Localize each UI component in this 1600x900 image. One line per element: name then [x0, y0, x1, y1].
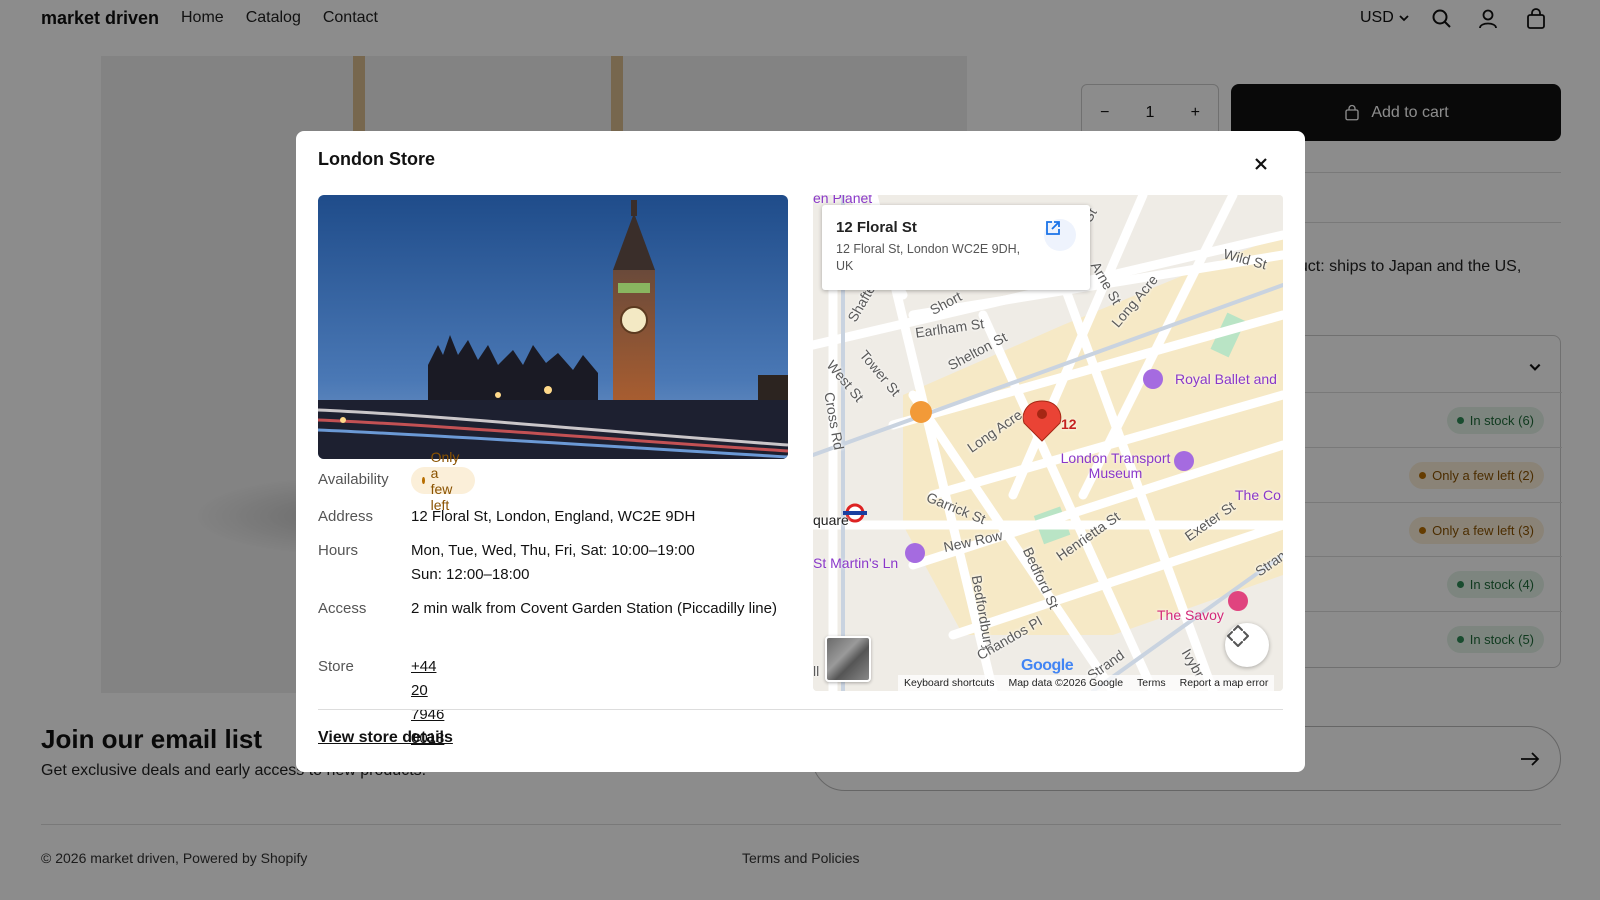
modal-title: London Store [318, 149, 435, 169]
close-icon[interactable] [1252, 155, 1270, 173]
availability-value: Only a few left [430, 448, 460, 513]
modal-divider [318, 709, 1283, 710]
availability-label: Availability [318, 471, 389, 488]
address-label: Address [318, 508, 374, 525]
google-logo-text: Google [1021, 657, 1074, 674]
map-terms-link[interactable]: Terms [1137, 677, 1166, 689]
poi-fragment: quare [813, 512, 849, 528]
hours-label: Hours [318, 542, 359, 559]
open-in-maps-button[interactable] [1044, 219, 1076, 251]
google-logo: Google [1021, 657, 1074, 675]
store-map[interactable]: Earlham St Shelton St Short Tower St Wes… [813, 195, 1283, 691]
store-modal: London Store Availability Only a few lef… [296, 131, 1305, 772]
store-photo [318, 195, 788, 459]
access-label: Access [318, 600, 367, 617]
map-data-credit: Map data ©2026 Google [1008, 677, 1124, 689]
map-info-card: 12 Floral St 12 Floral St, London WC2E 9… [822, 205, 1090, 290]
availability-badge: Only a few left [411, 449, 475, 513]
map-attribution: Keyboard shortcuts Map data ©2026 Google… [898, 675, 1275, 691]
store-label: Store [318, 658, 354, 675]
poi-fragment: ll [813, 663, 820, 679]
external-link-icon [1046, 221, 1060, 235]
map-card-title: 12 Floral St [836, 219, 917, 236]
move-arrows-icon [1227, 625, 1249, 647]
poi-royal-ballet[interactable]: Royal Ballet and [1175, 371, 1277, 387]
poi-the-savoy[interactable]: The Savoy [1157, 607, 1224, 623]
report-map-error-link[interactable]: Report a map error [1180, 677, 1269, 689]
poi-st-martins-ln[interactable]: St Martin's Ln [813, 555, 898, 571]
address-value: 12 Floral St, London, England, WC2E 9DH [411, 508, 696, 525]
map-pan-control[interactable] [1225, 623, 1269, 667]
map-card-address: 12 Floral St, London WC2E 9DH, UK [836, 242, 1021, 273]
access-value: 2 min walk from Covent Garden Station (P… [411, 600, 777, 617]
hours-weekday: Mon, Tue, Wed, Thu, Fri, Sat: 10:00–19:0… [411, 542, 695, 559]
keyboard-shortcuts-link[interactable]: Keyboard shortcuts [904, 677, 994, 689]
map-pin-label: 12 [1061, 416, 1077, 432]
poi-fragment[interactable]: The Co [1235, 487, 1281, 503]
poi-transport-museum[interactable]: London Transport Museum [1053, 451, 1178, 481]
view-store-details-link[interactable]: View store details [318, 729, 453, 747]
hours-sunday: Sun: 12:00–18:00 [411, 566, 530, 583]
big-ben-image [318, 195, 788, 459]
satellite-toggle[interactable] [825, 636, 871, 682]
